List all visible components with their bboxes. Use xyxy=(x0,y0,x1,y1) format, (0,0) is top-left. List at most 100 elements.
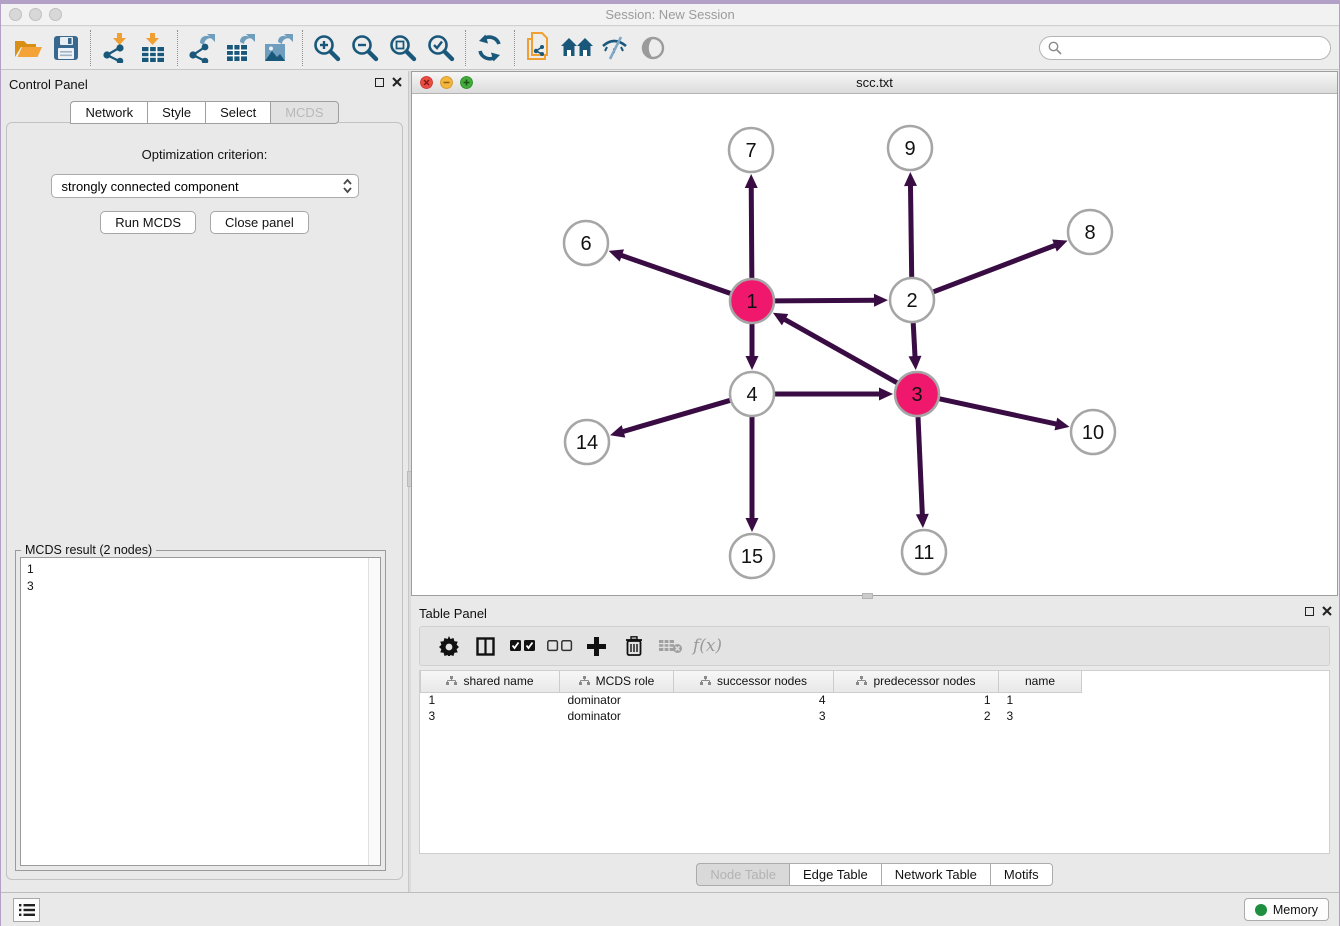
table-cell[interactable]: 1 xyxy=(421,692,560,708)
graph-edge-3-10[interactable] xyxy=(939,399,1058,425)
graph-edge-1-7[interactable] xyxy=(751,185,752,278)
export-image-button[interactable] xyxy=(259,30,297,66)
table-cell[interactable]: 1 xyxy=(999,692,1082,708)
eye-icon xyxy=(640,35,666,61)
zoom-out-button[interactable] xyxy=(346,30,384,66)
show-hidden-button[interactable] xyxy=(634,30,672,66)
zoom-in-icon xyxy=(312,33,342,63)
table-cell[interactable]: 3 xyxy=(999,708,1082,724)
graph-node-label: 8 xyxy=(1084,222,1095,244)
table-cell[interactable]: 1 xyxy=(834,692,999,708)
table-settings-button[interactable] xyxy=(430,630,467,662)
graph-edge-2-9[interactable] xyxy=(910,183,911,277)
network-resize-grip[interactable] xyxy=(862,593,873,599)
tab-edge-table[interactable]: Edge Table xyxy=(789,863,881,886)
import-network-button[interactable] xyxy=(96,30,134,66)
column-header[interactable]: shared name xyxy=(421,671,560,692)
zoom-fit-button[interactable] xyxy=(384,30,422,66)
control-panel-header: Control Panel xyxy=(1,71,408,97)
edge-arrowhead-icon xyxy=(1054,418,1069,431)
table-cell[interactable]: 4 xyxy=(674,692,834,708)
table-cell[interactable]: dominator xyxy=(560,708,674,724)
graph-edge-1-2[interactable] xyxy=(775,300,877,301)
float-panel-icon[interactable] xyxy=(375,78,384,87)
graph-node-label: 9 xyxy=(904,138,915,160)
checked-boxes-icon xyxy=(510,640,536,652)
table-cell[interactable]: 3 xyxy=(421,708,560,724)
memory-button[interactable]: Memory xyxy=(1244,898,1329,921)
open-file-button[interactable] xyxy=(9,30,47,66)
optimization-criterion-select[interactable]: strongly connected component xyxy=(51,174,359,198)
add-row-button[interactable] xyxy=(578,630,615,662)
export-table-icon xyxy=(224,33,256,63)
refresh-view-button[interactable] xyxy=(471,30,509,66)
mcds-result-box: 13 xyxy=(20,557,381,866)
graph-edge-4-14[interactable] xyxy=(621,400,730,432)
column-header[interactable]: successor nodes xyxy=(674,671,834,692)
export-network-button[interactable] xyxy=(183,30,221,66)
graph-node-label: 6 xyxy=(580,233,591,255)
network-canvas[interactable]: 1234678910111415 xyxy=(412,94,1337,595)
tab-node-table[interactable]: Node Table xyxy=(696,863,789,886)
save-session-button[interactable] xyxy=(47,30,85,66)
graph-edge-2-3[interactable] xyxy=(913,323,915,359)
node-table-header[interactable]: shared name MCDS role successor nodesprede… xyxy=(421,671,1082,692)
table-cell[interactable]: 2 xyxy=(834,708,999,724)
node-table-container: shared name MCDS role successor nodesprede… xyxy=(419,670,1330,854)
toolbar-separator xyxy=(465,30,466,66)
fx-icon: f(x) xyxy=(693,636,722,656)
table-row[interactable]: 3dominator323 xyxy=(421,708,1082,724)
close-panel-button[interactable]: Close panel xyxy=(210,211,309,234)
import-network-icon xyxy=(100,33,130,63)
tab-network-table[interactable]: Network Table xyxy=(881,863,990,886)
mcds-result-scrollbar[interactable] xyxy=(368,558,380,865)
select-chevrons-icon xyxy=(343,178,352,194)
float-table-panel-icon[interactable] xyxy=(1305,607,1314,616)
create-annotation-button[interactable] xyxy=(520,30,558,66)
export-table-button[interactable] xyxy=(221,30,259,66)
table-row[interactable]: 1dominator411 xyxy=(421,692,1082,708)
column-header[interactable]: MCDS role xyxy=(560,671,674,692)
graph-edge-2-8[interactable] xyxy=(933,244,1057,291)
close-panel-icon[interactable] xyxy=(392,77,402,87)
edge-arrowhead-icon xyxy=(879,388,893,401)
application-window: Session: New Session xyxy=(0,0,1340,926)
column-header[interactable]: predecessor nodes xyxy=(834,671,999,692)
tab-style[interactable]: Style xyxy=(147,101,205,124)
graph-edge-3-11[interactable] xyxy=(918,417,922,517)
table-cell[interactable]: dominator xyxy=(560,692,674,708)
apply-function-button[interactable]: f(x) xyxy=(689,630,726,662)
run-mcds-button[interactable]: Run MCDS xyxy=(100,211,196,234)
gear-icon xyxy=(439,636,459,656)
status-bar: Memory xyxy=(1,892,1339,926)
hide-selected-button[interactable] xyxy=(596,30,634,66)
node-table[interactable]: shared name MCDS role successor nodesprede… xyxy=(420,671,1082,724)
tab-select[interactable]: Select xyxy=(205,101,270,124)
zoom-in-button[interactable] xyxy=(308,30,346,66)
mcds-result-title: MCDS result (2 nodes) xyxy=(21,543,156,557)
window-title: Session: New Session xyxy=(1,7,1339,22)
import-table-button[interactable] xyxy=(134,30,172,66)
select-all-button[interactable] xyxy=(504,630,541,662)
column-header[interactable]: name xyxy=(999,671,1082,692)
tab-network[interactable]: Network xyxy=(70,101,147,124)
mcds-result-list: 13 xyxy=(21,558,380,598)
show-columns-button[interactable] xyxy=(467,630,504,662)
tab-motifs[interactable]: Motifs xyxy=(990,863,1053,886)
mcds-result-item: 3 xyxy=(27,578,374,595)
network-window-titlebar[interactable]: scc.txt xyxy=(412,72,1337,94)
search-box[interactable] xyxy=(1039,36,1331,60)
delete-selected-button[interactable] xyxy=(615,630,652,662)
graph-edge-1-6[interactable] xyxy=(619,255,730,294)
graph-edge-3-1[interactable] xyxy=(782,318,896,383)
deselect-all-button[interactable] xyxy=(541,630,578,662)
task-history-button[interactable] xyxy=(13,898,40,922)
search-input[interactable] xyxy=(1066,41,1322,55)
zoom-selected-button[interactable] xyxy=(422,30,460,66)
tab-mcds[interactable]: MCDS xyxy=(270,101,338,124)
column-header-label: MCDS role xyxy=(596,674,655,688)
delete-table-button[interactable] xyxy=(652,630,689,662)
show-all-networks-button[interactable] xyxy=(558,30,596,66)
close-table-panel-icon[interactable] xyxy=(1322,606,1332,616)
table-cell[interactable]: 3 xyxy=(674,708,834,724)
